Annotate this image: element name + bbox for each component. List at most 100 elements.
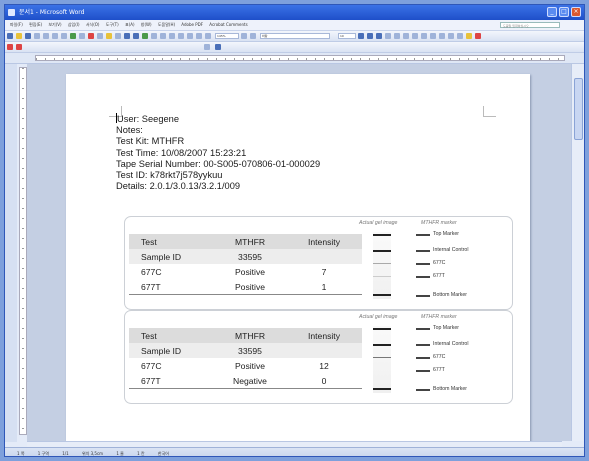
insert-table-icon[interactable] [160, 33, 166, 39]
format-painter-icon[interactable] [115, 33, 121, 39]
horizontal-ruler[interactable] [5, 53, 584, 64]
adobe-toolbar [5, 42, 584, 53]
show-hide-icon[interactable] [205, 33, 211, 39]
spelling-icon[interactable] [70, 33, 76, 39]
new-document-icon[interactable] [7, 33, 13, 39]
table-cell: 677C [141, 360, 162, 371]
status-position: 위치 3,5cm [81, 451, 104, 456]
gel-band [373, 344, 391, 346]
font-size-select[interactable]: 10 [338, 33, 356, 39]
email-icon[interactable] [43, 33, 49, 39]
menu-table[interactable]: 표(A) [125, 22, 135, 27]
marker-label: 677T [433, 367, 445, 373]
gel-lane-image [373, 326, 391, 393]
align-left-icon[interactable] [385, 33, 391, 39]
table-header-cell: MTHFR [214, 328, 286, 343]
gel-band [373, 234, 391, 236]
menu-acrobat-comments[interactable]: Acrobat Comments [209, 22, 247, 27]
convert-to-pdf-icon[interactable] [7, 44, 13, 50]
open-icon[interactable] [16, 33, 22, 39]
insert-excel-icon[interactable] [169, 33, 175, 39]
menu-help[interactable]: 도움말(H) [158, 22, 175, 27]
zoom-select[interactable]: 145% [215, 33, 239, 39]
result-panel: Test MTHFR Intensity Sample ID 33595 677… [124, 216, 513, 310]
crop-mark-top-right [483, 106, 496, 117]
table-row: 677T Positive 1 [129, 279, 362, 295]
help-icon[interactable] [241, 33, 247, 39]
document-map-icon[interactable] [196, 33, 202, 39]
standard-toolbar: 145% 바탕 10 [5, 31, 584, 42]
notes-line: Notes: [116, 125, 143, 136]
table-cell [286, 343, 362, 358]
numbering-icon[interactable] [430, 33, 436, 39]
research-icon[interactable] [79, 33, 85, 39]
table-header-cell: MTHFR [214, 234, 286, 249]
copy-icon[interactable] [97, 33, 103, 39]
maximize-button[interactable]: □ [559, 7, 569, 17]
word-window: 문서1 - Microsoft Word _ □ × 파일(F) 편집(E) 보… [4, 4, 585, 457]
redo-icon[interactable] [133, 33, 139, 39]
read-mode-icon[interactable] [250, 33, 256, 39]
table-cell: 12 [319, 360, 329, 371]
columns-icon[interactable] [178, 33, 184, 39]
bullets-icon[interactable] [439, 33, 445, 39]
gel-band [373, 294, 391, 296]
cut-icon[interactable] [88, 33, 94, 39]
line-spacing-icon[interactable] [421, 33, 427, 39]
drawing-icon[interactable] [187, 33, 193, 39]
gel-band [373, 263, 391, 264]
highlight-icon[interactable] [466, 33, 472, 39]
text-box-icon[interactable] [214, 44, 221, 50]
menu-format[interactable]: 서식(O) [86, 22, 100, 27]
marker-heading: MTHFR marker [421, 314, 457, 320]
table-header-cell: Intensity [286, 328, 362, 343]
justify-icon[interactable] [412, 33, 418, 39]
increase-indent-icon[interactable] [457, 33, 463, 39]
save-icon[interactable] [25, 33, 31, 39]
result-table: Test MTHFR Intensity Sample ID 33595 677… [129, 328, 362, 389]
decrease-indent-icon[interactable] [448, 33, 454, 39]
scroll-thumb[interactable] [574, 78, 583, 140]
underline-icon[interactable] [376, 33, 382, 39]
undo-icon[interactable] [124, 33, 130, 39]
vertical-ruler[interactable] [19, 67, 27, 435]
permission-icon[interactable] [34, 33, 40, 39]
menu-insert[interactable]: 삽입(I) [68, 22, 80, 27]
paste-icon[interactable] [106, 33, 112, 39]
help-search-input[interactable]: 도움말 입력하십시오 [500, 22, 560, 28]
vertical-scrollbar[interactable] [571, 64, 584, 441]
close-button[interactable]: × [571, 7, 581, 17]
align-right-icon[interactable] [403, 33, 409, 39]
marker-line [416, 328, 430, 330]
drawing-tool-icon[interactable] [204, 44, 211, 50]
gel-band [373, 250, 391, 252]
marker-line [416, 234, 430, 236]
menu-window[interactable]: 창(W) [141, 22, 152, 27]
font-color-icon[interactable] [475, 33, 481, 39]
menu-tools[interactable]: 도구(T) [106, 22, 119, 27]
table-cell: 7 [321, 266, 327, 277]
bold-icon[interactable] [358, 33, 364, 39]
document-area[interactable]: User: Seegene Notes: Test Kit: MTHFR Tes… [27, 64, 574, 441]
print-preview-icon[interactable] [61, 33, 67, 39]
gel-image-heading: Actual gel image [359, 314, 398, 320]
menu-file[interactable]: 파일(F) [10, 22, 23, 27]
menu-edit[interactable]: 편집(E) [29, 22, 42, 27]
marker-label: Internal Control [433, 341, 469, 347]
align-center-icon[interactable] [394, 33, 400, 39]
hyperlink-icon[interactable] [142, 33, 148, 39]
left-margin-strip [5, 64, 17, 442]
menu-view[interactable]: 보기(V) [48, 22, 61, 27]
test-kit-line: Test Kit: MTHFR [116, 136, 185, 147]
print-icon[interactable] [52, 33, 58, 39]
style-select[interactable]: 바탕 [260, 33, 330, 39]
test-id-line: Test ID: k78rkt7j578yykuu [116, 170, 223, 181]
menu-adobe-pdf[interactable]: Adobe PDF [181, 22, 203, 27]
italic-icon[interactable] [367, 33, 373, 39]
minimize-button[interactable]: _ [547, 7, 557, 17]
marker-line [416, 263, 430, 265]
menu-bar: 파일(F) 편집(E) 보기(V) 삽입(I) 서식(O) 도구(T) 표(A)… [5, 20, 584, 31]
tables-borders-icon[interactable] [151, 33, 157, 39]
pdf-email-icon[interactable] [16, 44, 22, 50]
document-page[interactable]: User: Seegene Notes: Test Kit: MTHFR Tes… [66, 74, 530, 441]
